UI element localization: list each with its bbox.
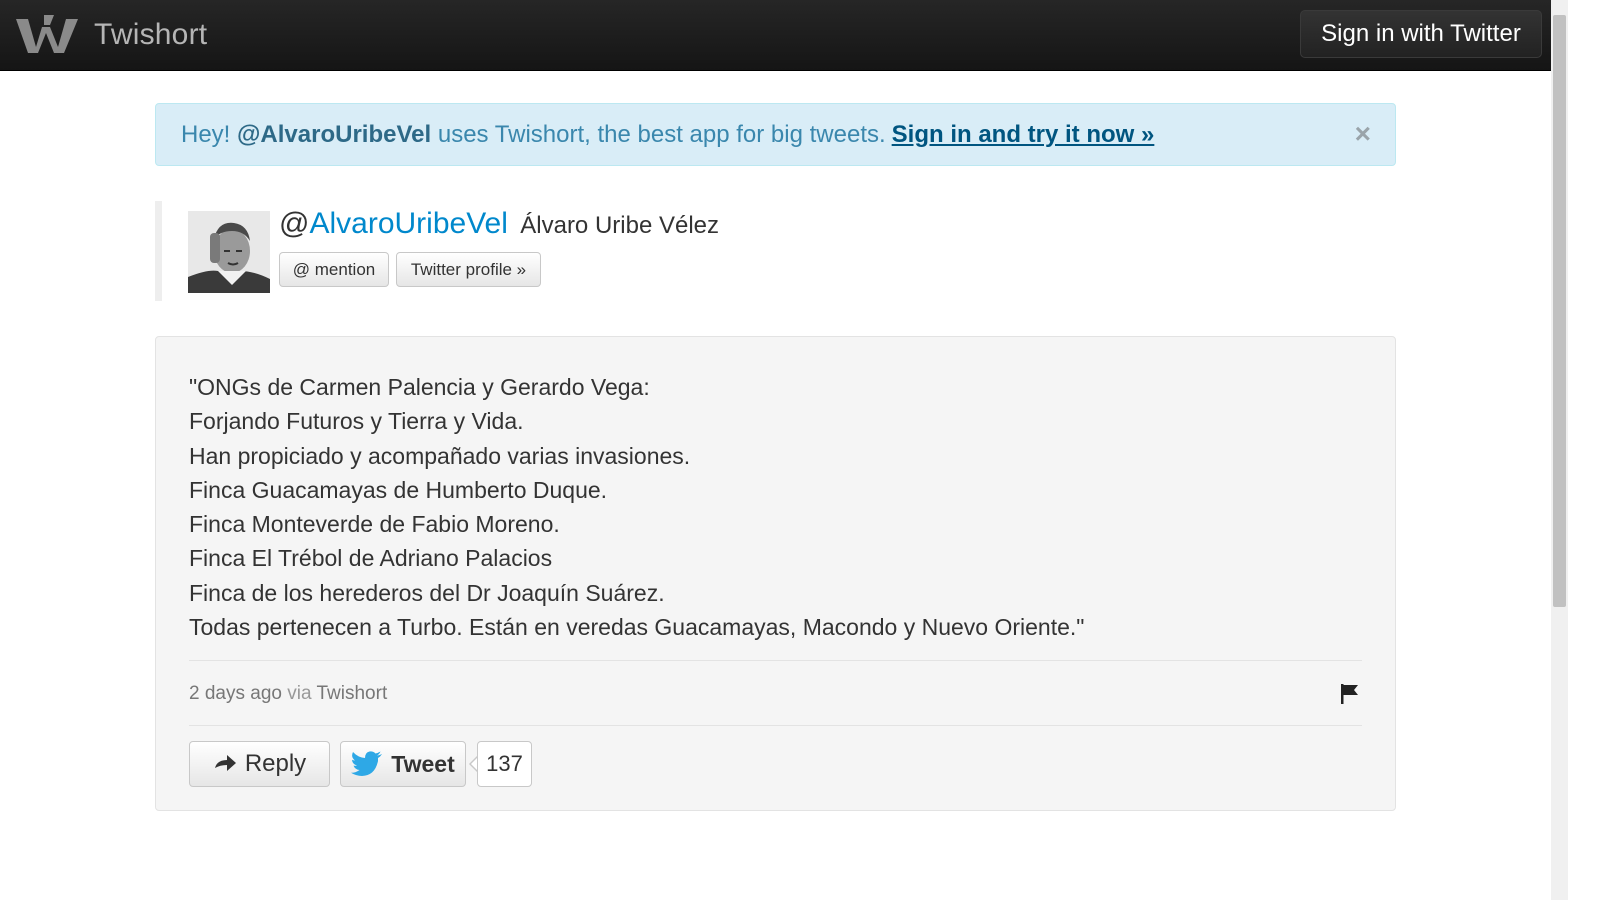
profile-handle-line: @AlvaroUribeVel Álvaro Uribe Vélez <box>279 207 719 241</box>
reply-label: Reply <box>244 750 307 777</box>
tweet-label: Tweet <box>391 750 455 777</box>
vertical-scrollbar[interactable] <box>1551 0 1568 900</box>
tweet-button[interactable]: Tweet <box>340 741 466 787</box>
tweet-count-bubble[interactable]: 137 <box>477 741 532 787</box>
profile-real-name: Álvaro Uribe Vélez <box>520 212 719 239</box>
twitter-profile-button[interactable]: Twitter profile » <box>396 252 541 287</box>
tweet-text: "ONGs de Carmen Palencia y Gerardo Vega:… <box>189 370 1084 644</box>
tweet-line: Finca El Trébol de Adriano Palacios <box>189 545 553 572</box>
tweet-line: Finca Monteverde de Fabio Moreno. <box>189 511 560 538</box>
tweet-line: Han propiciado y acompañado varias invas… <box>189 442 691 469</box>
alert-handle: @AlvaroUribeVel <box>237 120 432 148</box>
sign-in-with-twitter-button[interactable]: Sign in with Twitter <box>1300 10 1542 58</box>
close-icon[interactable]: × <box>1355 118 1371 150</box>
mention-button[interactable]: @ mention <box>279 252 389 287</box>
profile-handle-link[interactable]: AlvaroUribeVel <box>309 207 507 240</box>
at-sign: @ <box>279 207 310 240</box>
reply-button[interactable]: Reply <box>189 741 330 787</box>
tweet-line: "ONGs de Carmen Palencia y Gerardo Vega: <box>189 374 650 400</box>
top-navbar: Twishort Sign in with Twitter <box>0 0 1551 71</box>
avatar-portrait <box>188 211 270 293</box>
via-label: via <box>287 683 312 704</box>
divider <box>189 660 1362 661</box>
scrollbar-thumb[interactable] <box>1553 15 1566 607</box>
window-edge <box>1568 0 1600 900</box>
alert-prefix: Hey! <box>181 120 231 148</box>
promo-alert: Hey! @AlvaroUribeVel uses Twishort, the … <box>155 103 1396 166</box>
tweet-timestamp-link[interactable]: 2 days ago <box>189 683 282 704</box>
twitter-bird-icon <box>351 751 383 776</box>
flag-icon[interactable] <box>1339 682 1361 706</box>
tweet-line: Finca Guacamayas de Humberto Duque. <box>189 476 608 503</box>
reply-arrow-icon <box>214 755 236 771</box>
divider <box>189 725 1362 726</box>
brand-name: Twishort <box>94 18 208 51</box>
alert-message: uses Twishort, the best app for big twee… <box>437 120 886 148</box>
tweet-line: Todas pertenecen a Turbo. Están en vered… <box>189 614 1085 641</box>
profile-header: @AlvaroUribeVel Álvaro Uribe Vélez @ men… <box>155 201 862 301</box>
tweet-card: "ONGs de Carmen Palencia y Gerardo Vega:… <box>155 336 1396 811</box>
sign-in-try-link[interactable]: Sign in and try it now » <box>892 121 1155 149</box>
via-app-link[interactable]: Twishort <box>316 683 387 704</box>
tweet-meta: 2 days ago via Twishort <box>189 683 387 705</box>
brand[interactable]: Twishort <box>14 10 207 60</box>
twishort-logo-icon <box>16 15 78 53</box>
avatar[interactable] <box>188 211 270 293</box>
tweet-line: Finca de los herederos del Dr Joaquín Su… <box>189 579 665 606</box>
tweet-line: Forjando Futuros y Tierra y Vida. <box>189 408 524 435</box>
